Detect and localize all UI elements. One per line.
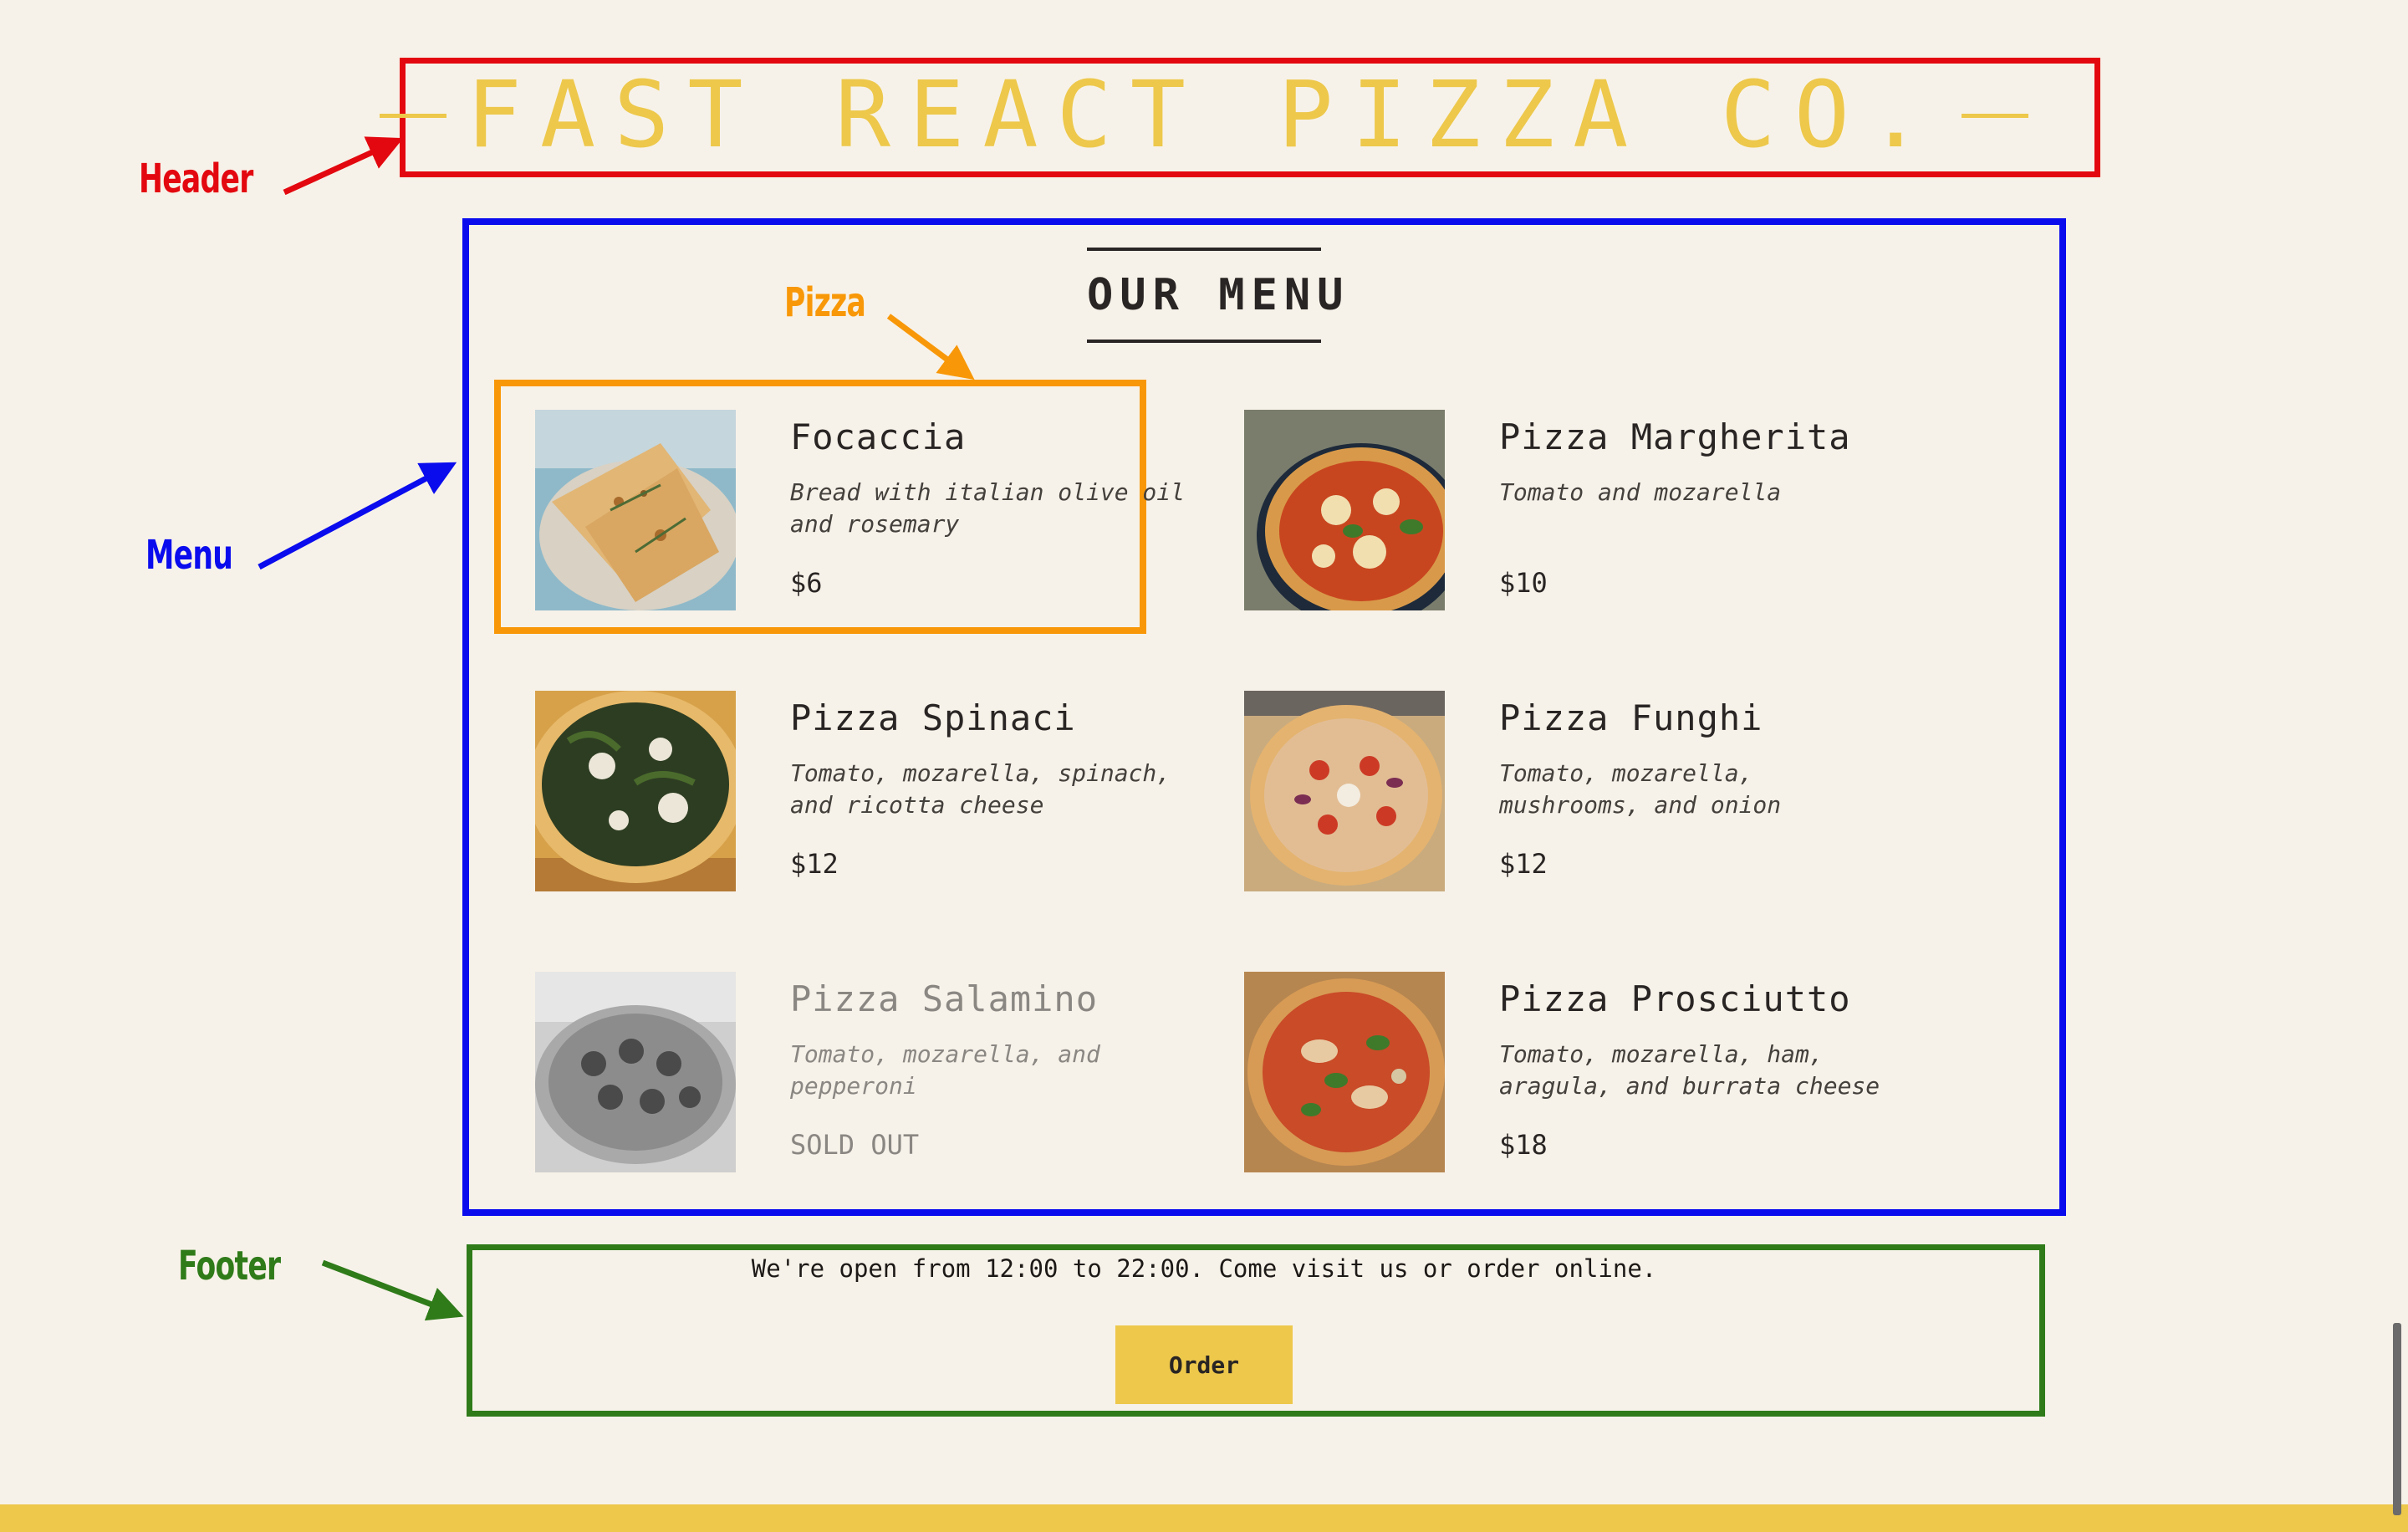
arrow-header [283,136,404,196]
arrow-pizza [886,314,975,380]
arrow-footer [321,1259,464,1321]
arrow-menu [258,462,457,570]
annotation-arrows [258,136,975,1321]
